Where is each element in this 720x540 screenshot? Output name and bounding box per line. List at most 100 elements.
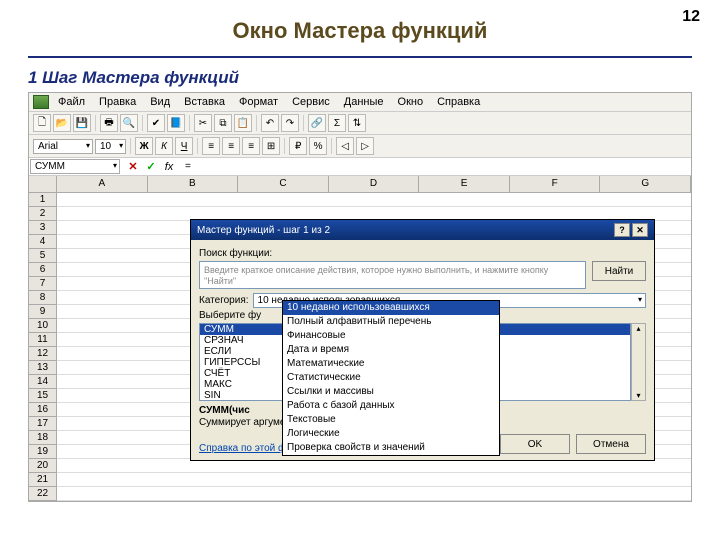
search-input[interactable]: Введите краткое описание действия, котор… xyxy=(199,261,586,289)
menu-edit[interactable]: Правка xyxy=(94,95,141,109)
menu-window[interactable]: Окно xyxy=(393,95,429,109)
scrollbar[interactable]: ▴▾ xyxy=(631,323,646,401)
menu-tools[interactable]: Сервис xyxy=(287,95,335,109)
col-header[interactable]: A xyxy=(57,176,148,192)
row-header[interactable]: 5 xyxy=(29,249,57,263)
redo-icon[interactable]: ↷ xyxy=(281,114,299,132)
row-header[interactable]: 2 xyxy=(29,207,57,221)
ok-button[interactable]: OK xyxy=(500,434,570,454)
row-header[interactable]: 17 xyxy=(29,417,57,431)
row-header[interactable]: 15 xyxy=(29,389,57,403)
link-icon[interactable]: 🔗 xyxy=(308,114,326,132)
indent-dec-icon[interactable]: ◁ xyxy=(336,137,354,155)
row-header[interactable]: 21 xyxy=(29,473,57,487)
formula-input[interactable] xyxy=(181,160,691,173)
row-header[interactable]: 16 xyxy=(29,403,57,417)
row-header[interactable]: 18 xyxy=(29,431,57,445)
menu-data[interactable]: Данные xyxy=(339,95,389,109)
cancel-button[interactable]: Отмена xyxy=(576,434,646,454)
name-box[interactable]: СУММ xyxy=(30,159,120,174)
research-icon[interactable]: 📘 xyxy=(167,114,185,132)
menu-help[interactable]: Справка xyxy=(432,95,485,109)
row-header[interactable]: 19 xyxy=(29,445,57,459)
category-dropdown-list[interactable]: 10 недавно использовавшихсяПолный алфави… xyxy=(282,300,500,456)
scroll-up-icon[interactable]: ▴ xyxy=(636,324,640,333)
align-right-icon[interactable]: ≡ xyxy=(242,137,260,155)
row-header[interactable]: 10 xyxy=(29,319,57,333)
cut-icon[interactable]: ✂ xyxy=(194,114,212,132)
cancel-formula-icon[interactable]: ✕ xyxy=(125,160,141,174)
row-header[interactable]: 6 xyxy=(29,263,57,277)
percent-icon[interactable]: % xyxy=(309,137,327,155)
italic-icon[interactable]: К xyxy=(155,137,173,155)
slide-title: Окно Мастера функций xyxy=(40,18,680,44)
category-option[interactable]: Математические xyxy=(283,357,499,371)
sort-icon[interactable]: ⇅ xyxy=(348,114,366,132)
open-icon[interactable]: 📂 xyxy=(53,114,71,132)
paste-icon[interactable]: 📋 xyxy=(234,114,252,132)
menu-format[interactable]: Формат xyxy=(234,95,283,109)
enter-formula-icon[interactable]: ✓ xyxy=(143,160,159,174)
fx-icon[interactable]: fx xyxy=(161,160,177,174)
row-header[interactable]: 12 xyxy=(29,347,57,361)
wizard-titlebar[interactable]: Мастер функций - шаг 1 из 2 ? ✕ xyxy=(191,220,654,240)
currency-icon[interactable]: ₽ xyxy=(289,137,307,155)
col-header[interactable]: D xyxy=(329,176,420,192)
col-header[interactable]: F xyxy=(510,176,601,192)
separator xyxy=(95,115,96,131)
category-option[interactable]: Полный алфавитный перечень xyxy=(283,315,499,329)
menu-view[interactable]: Вид xyxy=(145,95,175,109)
sum-icon[interactable]: Σ xyxy=(328,114,346,132)
row-header[interactable]: 11 xyxy=(29,333,57,347)
row-header[interactable]: 20 xyxy=(29,459,57,473)
row-header[interactable]: 3 xyxy=(29,221,57,235)
col-header[interactable]: E xyxy=(419,176,510,192)
save-icon[interactable]: 💾 xyxy=(73,114,91,132)
row-header[interactable]: 7 xyxy=(29,277,57,291)
undo-icon[interactable]: ↶ xyxy=(261,114,279,132)
row-header[interactable]: 1 xyxy=(29,193,57,207)
row-header[interactable]: 9 xyxy=(29,305,57,319)
select-all-corner[interactable] xyxy=(29,176,57,192)
font-size-select[interactable]: 10 xyxy=(95,139,126,154)
category-option[interactable]: Проверка свойств и значений xyxy=(283,441,499,455)
slide-subtitle: 1 Шаг Мастера функций xyxy=(28,68,692,88)
category-option[interactable]: Дата и время xyxy=(283,343,499,357)
spellcheck-icon[interactable]: ✔ xyxy=(147,114,165,132)
col-header[interactable]: B xyxy=(148,176,239,192)
underline-icon[interactable]: Ч xyxy=(175,137,193,155)
find-button[interactable]: Найти xyxy=(592,261,646,281)
copy-icon[interactable]: ⧉ xyxy=(214,114,232,132)
scroll-down-icon[interactable]: ▾ xyxy=(636,391,640,400)
category-option[interactable]: Текстовые xyxy=(283,413,499,427)
category-option[interactable]: Финансовые xyxy=(283,329,499,343)
merge-icon[interactable]: ⊞ xyxy=(262,137,280,155)
menu-file[interactable]: Файл xyxy=(53,95,90,109)
category-option[interactable]: Логические xyxy=(283,427,499,441)
category-option[interactable]: 10 недавно использовавшихся xyxy=(283,301,499,315)
row-header[interactable]: 4 xyxy=(29,235,57,249)
new-icon[interactable]: 🗋 xyxy=(33,114,51,132)
row-header[interactable]: 13 xyxy=(29,361,57,375)
preview-icon[interactable]: 🔍 xyxy=(120,114,138,132)
row-header[interactable]: 22 xyxy=(29,487,57,501)
category-option[interactable]: Работа с базой данных xyxy=(283,399,499,413)
formatting-toolbar: Arial 10 Ж К Ч ≡ ≡ ≡ ⊞ ₽ % ◁ ▷ xyxy=(29,135,691,158)
menu-insert[interactable]: Вставка xyxy=(179,95,230,109)
font-name-select[interactable]: Arial xyxy=(33,139,93,154)
indent-inc-icon[interactable]: ▷ xyxy=(356,137,374,155)
col-header[interactable]: G xyxy=(600,176,691,192)
bold-icon[interactable]: Ж xyxy=(135,137,153,155)
category-option[interactable]: Статистические xyxy=(283,371,499,385)
row-headers: 12345678910111213141516171819202122 xyxy=(29,193,57,501)
wizard-title: Мастер функций - шаг 1 из 2 xyxy=(197,225,330,236)
category-option[interactable]: Ссылки и массивы xyxy=(283,385,499,399)
align-left-icon[interactable]: ≡ xyxy=(202,137,220,155)
print-icon[interactable]: 🖶 xyxy=(100,114,118,132)
help-icon[interactable]: ? xyxy=(614,223,630,237)
row-header[interactable]: 8 xyxy=(29,291,57,305)
row-header[interactable]: 14 xyxy=(29,375,57,389)
col-header[interactable]: C xyxy=(238,176,329,192)
close-icon[interactable]: ✕ xyxy=(632,223,648,237)
align-center-icon[interactable]: ≡ xyxy=(222,137,240,155)
